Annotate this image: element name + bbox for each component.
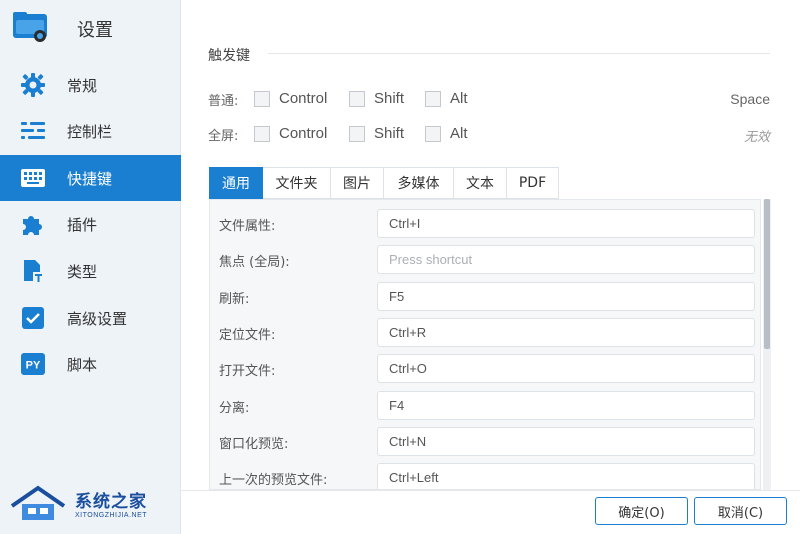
- checkbox-box[interactable]: [349, 125, 365, 142]
- sidebar-item-label: 插件: [67, 215, 98, 234]
- checkbox-label: Control: [279, 90, 328, 107]
- scroll-thumb[interactable]: [764, 199, 770, 349]
- python-icon: PY: [20, 352, 46, 376]
- sidebar-item-label: 快捷键: [67, 169, 113, 188]
- checkbox-label: Shift: [374, 90, 405, 107]
- checkbox-control[interactable]: Control: [254, 125, 327, 142]
- checkbox-label: Control: [279, 125, 328, 142]
- shortcut-list: 文件属性: Ctrl+I 焦点 (全局): Press shortcut 刷新:…: [209, 199, 761, 490]
- puzzle-icon: [20, 212, 46, 236]
- shortcut-label: 刷新:: [219, 292, 250, 307]
- hotkey-row-fullscreen: 全屏: Control Shift Alt 无效: [208, 123, 770, 145]
- shortcut-row: 刷新: F5: [210, 278, 760, 314]
- sidebar-item-advanced[interactable]: 高级设置: [0, 295, 181, 341]
- checkbox-label: Alt: [450, 125, 468, 142]
- section-title: 触发键: [208, 48, 250, 64]
- section-divider: [268, 53, 770, 54]
- python-icon-text: PY: [26, 360, 41, 372]
- checkbox-label: Shift: [374, 125, 405, 142]
- hotkey-row-normal: 普通: Control Shift Alt Space: [208, 88, 770, 110]
- main-panel: 触发键 普通: Control Shift Alt Space 全屏: Cont…: [181, 0, 800, 534]
- gear-icon: [20, 73, 46, 97]
- row-label: 全屏:: [208, 129, 239, 144]
- sidebar-item-plugins[interactable]: 插件: [0, 201, 181, 247]
- app-logo-icon: [13, 12, 47, 42]
- checkbox-alt[interactable]: Alt: [425, 90, 468, 107]
- checkbox-shift[interactable]: Shift: [349, 125, 404, 142]
- sliders-icon: [20, 119, 46, 143]
- sidebar: 设置 常规 控制栏 快捷键 插件 类型 高级设置 PY 脚本 系统之家 XITO…: [0, 0, 181, 534]
- checkbox-control[interactable]: Control: [254, 90, 327, 107]
- shortcut-row: 文件属性: Ctrl+I: [210, 205, 760, 241]
- hotkey-value[interactable]: Space: [730, 91, 770, 107]
- shortcut-input[interactable]: Ctrl+N: [377, 427, 755, 456]
- shortcut-label: 焦点 (全局):: [219, 255, 290, 270]
- checkbox-label: Alt: [450, 90, 468, 107]
- row-label: 普通:: [208, 94, 239, 109]
- shortcut-input[interactable]: Press shortcut: [377, 245, 755, 274]
- sidebar-item-label: 常规: [67, 76, 98, 95]
- file-type-icon: [20, 259, 46, 283]
- tab-image[interactable]: 图片: [331, 167, 384, 199]
- shortcut-row: 分离: F4: [210, 387, 760, 423]
- shortcut-input[interactable]: Ctrl+O: [377, 354, 755, 383]
- scrollbar[interactable]: [763, 199, 771, 490]
- app-title: 设置: [77, 20, 113, 41]
- sidebar-item-label: 高级设置: [67, 309, 128, 328]
- checkbox-shift[interactable]: Shift: [349, 90, 404, 107]
- hotkey-value[interactable]: 无效: [744, 126, 770, 145]
- sidebar-item-label: 脚本: [67, 355, 98, 374]
- footer-divider: [181, 490, 800, 491]
- watermark-logo-icon: [10, 485, 66, 520]
- sidebar-item-types[interactable]: 类型: [0, 248, 181, 294]
- shortcut-label: 定位文件:: [219, 328, 276, 343]
- ok-button[interactable]: 确定(O): [595, 497, 688, 525]
- shortcut-row: 定位文件: Ctrl+R: [210, 314, 760, 350]
- checkbox-alt[interactable]: Alt: [425, 125, 468, 142]
- tab-bar: 通用 文件夹 图片 多媒体 文本 PDF: [209, 167, 559, 199]
- watermark: 系统之家 XITONGZHIJIA.NET: [8, 484, 168, 528]
- shortcut-label: 打开文件:: [219, 364, 276, 379]
- checkbox-box[interactable]: [425, 125, 441, 142]
- shortcut-input[interactable]: Ctrl+Left: [377, 463, 755, 489]
- tab-multimedia[interactable]: 多媒体: [384, 167, 454, 199]
- sidebar-item-label: 控制栏: [67, 122, 113, 141]
- shortcut-input[interactable]: F4: [377, 391, 755, 420]
- checkbox-box[interactable]: [254, 90, 270, 107]
- shortcut-input[interactable]: F5: [377, 282, 755, 311]
- sidebar-item-scripts[interactable]: PY 脚本: [0, 341, 181, 387]
- checkbox-box[interactable]: [349, 90, 365, 107]
- shortcut-input[interactable]: Ctrl+I: [377, 209, 755, 238]
- tab-folder[interactable]: 文件夹: [263, 167, 331, 199]
- checkbox-icon: [20, 306, 46, 330]
- sidebar-item-general[interactable]: 常规: [0, 62, 181, 108]
- shortcut-label: 窗口化预览:: [219, 437, 289, 452]
- watermark-text: 系统之家: [75, 492, 147, 512]
- shortcut-label: 分离:: [219, 401, 250, 416]
- sidebar-item-shortcuts[interactable]: 快捷键: [0, 155, 181, 201]
- tab-pdf[interactable]: PDF: [507, 167, 559, 199]
- checkbox-box[interactable]: [425, 90, 441, 107]
- shortcut-row: 焦点 (全局): Press shortcut: [210, 241, 760, 277]
- shortcut-label: 文件属性:: [219, 219, 276, 234]
- keyboard-icon: [20, 166, 46, 190]
- sidebar-item-label: 类型: [67, 262, 98, 281]
- cancel-button[interactable]: 取消(C): [694, 497, 787, 525]
- shortcut-label: 上一次的预览文件:: [219, 473, 328, 488]
- sidebar-item-controlbar[interactable]: 控制栏: [0, 108, 181, 154]
- shortcut-input[interactable]: Ctrl+R: [377, 318, 755, 347]
- shortcut-row: 打开文件: Ctrl+O: [210, 350, 760, 386]
- watermark-subtext: XITONGZHIJIA.NET: [75, 512, 148, 519]
- shortcut-row: 窗口化预览: Ctrl+N: [210, 423, 760, 459]
- shortcut-row: 上一次的预览文件: Ctrl+Left: [210, 459, 760, 489]
- app-header: 设置: [0, 0, 181, 55]
- tab-general[interactable]: 通用: [209, 167, 263, 199]
- tab-text[interactable]: 文本: [454, 167, 507, 199]
- checkbox-box[interactable]: [254, 125, 270, 142]
